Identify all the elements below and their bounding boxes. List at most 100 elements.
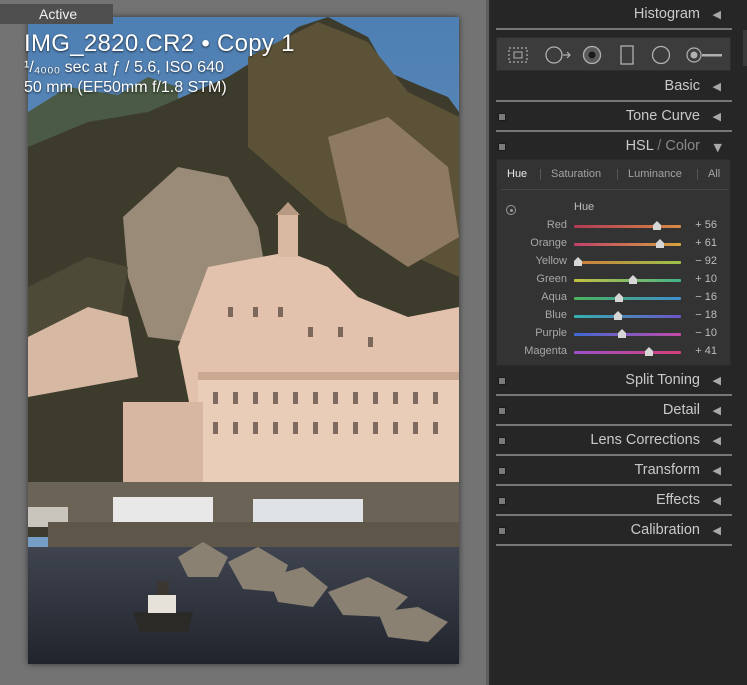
divider [496, 484, 732, 486]
hsl-slider-row: Orange + 61 [497, 235, 732, 253]
collapse-left-icon: ◀ [712, 374, 721, 387]
slider-track[interactable] [574, 297, 681, 300]
detail-header[interactable]: Detail ◀ [491, 397, 733, 426]
histogram-header[interactable]: Histogram ◀ [491, 1, 733, 30]
slider-track[interactable] [574, 351, 681, 354]
targeted-adjustment-icon[interactable] [506, 205, 516, 215]
basic-header[interactable]: Basic ◀ [491, 73, 733, 102]
collapse-left-icon: ◀ [712, 434, 721, 447]
divider [496, 424, 732, 426]
collapse-left-icon: ◀ [712, 494, 721, 507]
red-eye-icon[interactable] [581, 45, 603, 65]
divider [496, 394, 732, 396]
slider-track[interactable] [574, 261, 681, 264]
tone-curve-label: Tone Curve [625, 108, 700, 124]
hsl-slider-row: Magenta + 41 [497, 343, 732, 361]
hsl-color-header[interactable]: HSL / Color ▼ [491, 133, 733, 162]
collapse-left-icon: ◀ [712, 80, 721, 93]
slider-track[interactable] [574, 225, 681, 228]
divider [496, 514, 732, 516]
tab-separator: | [616, 168, 619, 180]
hsl-slider-row: Red + 56 [497, 217, 732, 235]
slider-value[interactable]: − 10 [695, 327, 717, 339]
tab-luminance[interactable]: Luminance [628, 168, 682, 180]
slider-track[interactable] [574, 333, 681, 336]
slider-thumb[interactable] [614, 293, 623, 302]
collapse-left-icon: ◀ [712, 524, 721, 537]
effects-label: Effects [655, 492, 700, 508]
slider-value[interactable]: − 16 [695, 291, 717, 303]
basic-label: Basic [664, 78, 700, 94]
image-viewer: Active IMG_2820.CR2 • Copy 1 ¹/₄₀₀₀ sec … [0, 0, 488, 685]
split-toning-header[interactable]: Split Toning ◀ [491, 367, 733, 396]
transform-label: Transform [634, 462, 700, 478]
slider-value[interactable]: + 61 [695, 237, 717, 249]
slider-thumb[interactable] [574, 257, 583, 266]
spot-removal-icon[interactable] [543, 45, 573, 65]
graduated-filter-icon[interactable] [619, 45, 635, 65]
panel-toggle-switch[interactable] [498, 143, 506, 151]
tab-separator: | [696, 168, 699, 180]
detail-label: Detail [662, 402, 700, 418]
divider [496, 454, 732, 456]
hsl-tabs: Hue | Saturation | Luminance | All [497, 165, 732, 185]
divider [496, 100, 732, 102]
panel-scrollbar[interactable] [743, 30, 747, 66]
slider-track[interactable] [574, 279, 681, 282]
panel-toggle-switch[interactable] [498, 527, 506, 535]
tab-saturation[interactable]: Saturation [551, 168, 601, 180]
photo-preview[interactable] [28, 17, 459, 664]
slider-value[interactable]: − 92 [695, 255, 717, 267]
divider [496, 544, 732, 546]
slider-value[interactable]: + 56 [695, 219, 717, 231]
slider-thumb[interactable] [653, 221, 662, 230]
lens-corrections-header[interactable]: Lens Corrections ◀ [491, 427, 733, 456]
tab-hue[interactable]: Hue [507, 168, 527, 180]
slider-track[interactable] [574, 315, 681, 318]
radial-filter-icon[interactable] [650, 45, 672, 65]
histogram-label: Histogram [633, 6, 700, 22]
slider-label: Aqua [541, 291, 567, 303]
slider-thumb[interactable] [645, 347, 654, 356]
panel-toggle-switch[interactable] [498, 377, 506, 385]
slider-label: Green [536, 273, 567, 285]
slider-track[interactable] [574, 243, 681, 246]
tab-all[interactable]: All [708, 168, 720, 180]
effects-header[interactable]: Effects ◀ [491, 487, 733, 516]
panel-toggle-switch[interactable] [498, 467, 506, 475]
hsl-label[interactable]: HSL [626, 138, 654, 154]
slider-value[interactable]: + 10 [695, 273, 717, 285]
hue-section-label: Hue [574, 201, 595, 213]
lens-corrections-label: Lens Corrections [590, 432, 700, 448]
panel-toggle-switch[interactable] [498, 113, 506, 121]
panel-toggle-switch[interactable] [498, 437, 506, 445]
calibration-label: Calibration [630, 522, 700, 538]
panel-toggle-switch[interactable] [498, 407, 506, 415]
adjustment-brush-icon[interactable] [685, 45, 725, 65]
slider-label: Magenta [524, 345, 567, 357]
hsl-slider-row: Purple − 10 [497, 325, 732, 343]
slider-label: Orange [530, 237, 567, 249]
slider-thumb[interactable] [656, 239, 665, 248]
info-overlay: IMG_2820.CR2 • Copy 1 ¹/₄₀₀₀ sec at ƒ / … [24, 30, 295, 98]
transform-header[interactable]: Transform ◀ [491, 457, 733, 486]
hsl-slider-row: Blue − 18 [497, 307, 732, 325]
panel-toggle-switch[interactable] [498, 497, 506, 505]
slider-label: Blue [544, 309, 567, 321]
crop-overlay-icon[interactable] [507, 45, 529, 65]
hsl-slash: / [653, 138, 666, 154]
slider-value[interactable]: − 18 [695, 309, 717, 321]
slider-thumb[interactable] [628, 275, 637, 284]
slider-label: Purple [535, 327, 567, 339]
color-label[interactable]: Color [665, 138, 700, 154]
lens-info: 50 mm (EF50mm f/1.8 STM) [24, 79, 227, 96]
calibration-header[interactable]: Calibration ◀ [491, 517, 733, 546]
slider-thumb[interactable] [613, 311, 622, 320]
viewer-divider [486, 0, 489, 685]
slider-thumb[interactable] [618, 329, 627, 338]
photo-image [28, 17, 459, 664]
expand-down-icon: ▼ [713, 141, 722, 154]
tone-curve-header[interactable]: Tone Curve ◀ [491, 103, 733, 132]
slider-value[interactable]: + 41 [695, 345, 717, 357]
divider [496, 28, 732, 30]
